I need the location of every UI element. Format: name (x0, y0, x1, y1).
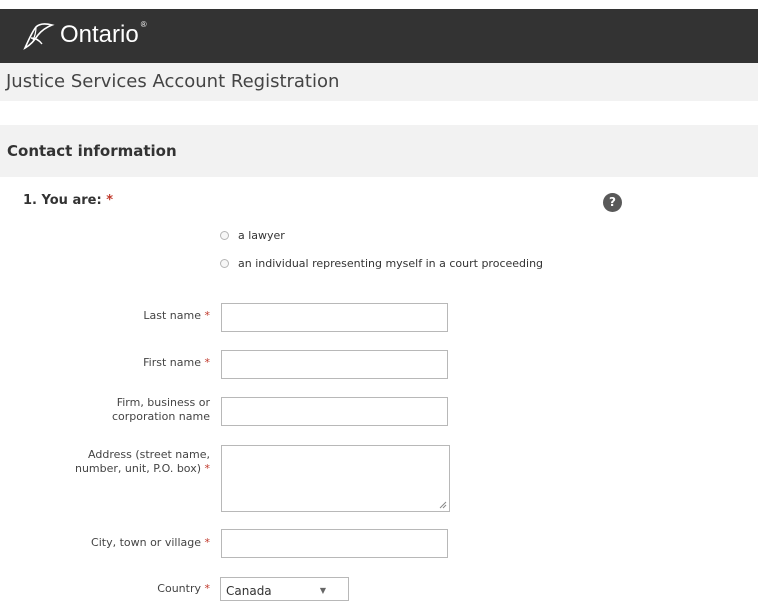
label-text: First name (143, 356, 201, 369)
label-text: Last name (143, 309, 201, 322)
required-mark: * (204, 582, 211, 595)
country-select[interactable]: Canada ▼ (220, 577, 349, 601)
first-name-label: First name * (143, 356, 210, 370)
required-mark: * (204, 356, 211, 369)
top-strip (0, 0, 758, 9)
required-mark: * (106, 193, 113, 208)
address-textarea[interactable] (221, 445, 450, 512)
firm-name-label: Firm, business or corporation name (112, 396, 210, 424)
radio-button[interactable] (220, 259, 229, 268)
chevron-down-icon: ▼ (319, 586, 326, 595)
required-mark: * (204, 536, 211, 549)
radio-label: an individual representing myself in a c… (238, 257, 544, 270)
page-title: Justice Services Account Registration (6, 71, 340, 92)
firm-name-input[interactable] (221, 397, 448, 426)
title-bar: Justice Services Account Registration (0, 63, 758, 101)
required-mark: * (204, 462, 211, 475)
country-label: Country * (157, 582, 210, 596)
section-header: Contact information (0, 125, 758, 177)
help-icon[interactable]: ? (603, 193, 622, 212)
first-name-input[interactable] (221, 350, 448, 379)
ontario-logo[interactable]: Ontario ® (22, 11, 147, 51)
radio-label: a lawyer (238, 229, 285, 242)
label-line: corporation name (111, 410, 210, 423)
address-label: Address (street name, number, unit, P.O.… (75, 448, 210, 476)
question-1-label: 1. You are: * (23, 193, 113, 208)
label-text: City, town or village (91, 536, 201, 549)
last-name-input[interactable] (221, 303, 448, 332)
trademark-mark: ® (140, 20, 147, 29)
trillium-logo-icon (23, 23, 55, 50)
last-name-label: Last name * (143, 309, 210, 323)
question-1-text: 1. You are: (23, 193, 102, 208)
label-text: Country (157, 582, 201, 595)
label-line: Firm, business or (116, 396, 210, 409)
site-header: Ontario ® (0, 9, 758, 63)
country-selected-value: Canada (226, 584, 272, 598)
city-input[interactable] (221, 529, 448, 558)
logo-text: Ontario (60, 21, 139, 48)
label-line: number, unit, P.O. box) (74, 462, 201, 475)
radio-button[interactable] (220, 231, 229, 240)
resize-grip-icon[interactable] (439, 501, 447, 509)
radio-option-lawyer[interactable]: a lawyer (220, 229, 285, 242)
radio-option-self-represented[interactable]: an individual representing myself in a c… (220, 257, 543, 270)
label-line: Address (street name, (88, 448, 210, 461)
city-label: City, town or village * (91, 536, 210, 550)
required-mark: * (204, 309, 211, 322)
section-title: Contact information (7, 142, 177, 160)
